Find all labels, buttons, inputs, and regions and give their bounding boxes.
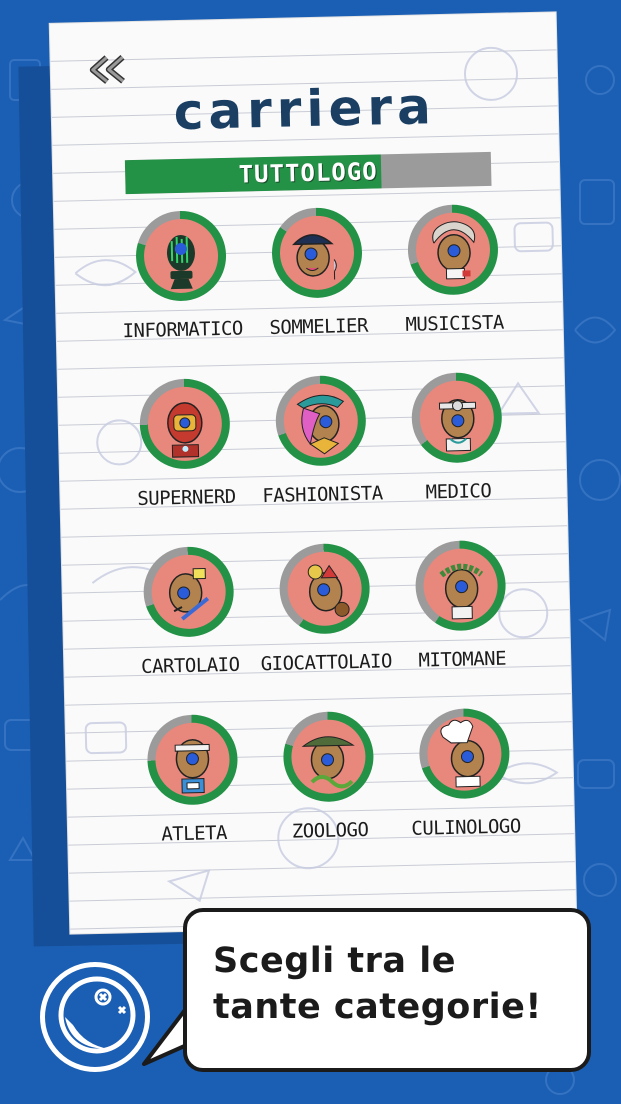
zoologist-avatar-icon <box>301 736 355 789</box>
category-label: SUPERNERD <box>137 485 236 510</box>
category-label: MEDICO <box>425 479 492 504</box>
category-badge <box>406 203 499 296</box>
speech-bubble: Scegli tra le tante categorie! <box>183 908 591 1072</box>
category-grid: INFORMATICO SOMMELIER MUSICISTA SUPERNER… <box>112 199 537 880</box>
back-button[interactable] <box>84 52 131 87</box>
category-badge <box>414 539 507 632</box>
category-badge <box>135 209 228 302</box>
category-label: ZOOLOGO <box>291 818 369 843</box>
notebook-paper: carriera TUTTOLOGO INFORMATICO SOMMELIER… <box>49 12 577 934</box>
toymaker-avatar-icon <box>307 564 350 617</box>
category-badge <box>410 371 503 464</box>
category-label: SOMMELIER <box>269 314 369 339</box>
promo-text: Scegli tra le tante categorie! <box>213 941 542 1027</box>
category-label: MUSICISTA <box>405 311 505 336</box>
stationer-avatar-icon <box>168 567 210 621</box>
category-badge <box>138 377 231 470</box>
category-label: INFORMATICO <box>122 317 244 343</box>
category-supernerd[interactable]: SUPERNERD <box>116 373 256 544</box>
category-badge <box>274 374 367 467</box>
category-cartolaio[interactable]: CARTOLAIO <box>120 541 260 712</box>
category-label: CULINOLOGO <box>411 815 522 840</box>
page-title: carriera <box>173 77 437 142</box>
category-informatico[interactable]: INFORMATICO <box>112 205 252 376</box>
category-badge <box>270 206 364 299</box>
category-label: GIOCATTOLAIO <box>260 650 393 676</box>
category-label: ATLETA <box>161 822 228 846</box>
superhero-avatar-icon <box>167 402 203 458</box>
category-badge <box>418 707 511 800</box>
category-fashionista[interactable]: FASHIONISTA <box>252 370 392 541</box>
promo-area: Scegli tra le tante categorie! <box>0 900 621 1104</box>
athlete-avatar-icon <box>174 739 210 794</box>
chef-avatar-icon <box>440 719 485 788</box>
category-label: CARTOLAIO <box>140 653 240 678</box>
sommelier-avatar-icon <box>292 234 337 280</box>
doctor-avatar-icon <box>438 398 477 452</box>
category-giocattolaio[interactable]: GIOCATTOLAIO <box>256 538 396 709</box>
composer-avatar-icon <box>432 221 476 280</box>
category-medico[interactable]: MEDICO <box>388 367 528 538</box>
programmer-avatar-icon <box>166 234 195 290</box>
category-label: MITOMANE <box>418 647 507 672</box>
category-atleta[interactable]: ATLETA <box>123 709 263 880</box>
category-musicista[interactable]: MUSICISTA <box>384 199 524 370</box>
category-zoologo[interactable]: ZOOLOGO <box>259 706 399 877</box>
category-badge <box>278 542 371 635</box>
app-mascot-logo-icon <box>40 962 150 1072</box>
category-label: FASHIONISTA <box>262 482 383 508</box>
category-culinologo[interactable]: CULINOLOGO <box>395 703 535 874</box>
laurel-emperor-avatar-icon <box>439 563 484 620</box>
category-mitomane[interactable]: MITOMANE <box>392 535 532 706</box>
category-badge <box>142 545 235 638</box>
double-chevron-left-icon <box>89 54 125 84</box>
category-badge <box>146 713 239 806</box>
category-badge <box>282 710 375 803</box>
fashion-avatar-icon <box>296 394 345 455</box>
category-sommelier[interactable]: SOMMELIER <box>248 202 388 373</box>
